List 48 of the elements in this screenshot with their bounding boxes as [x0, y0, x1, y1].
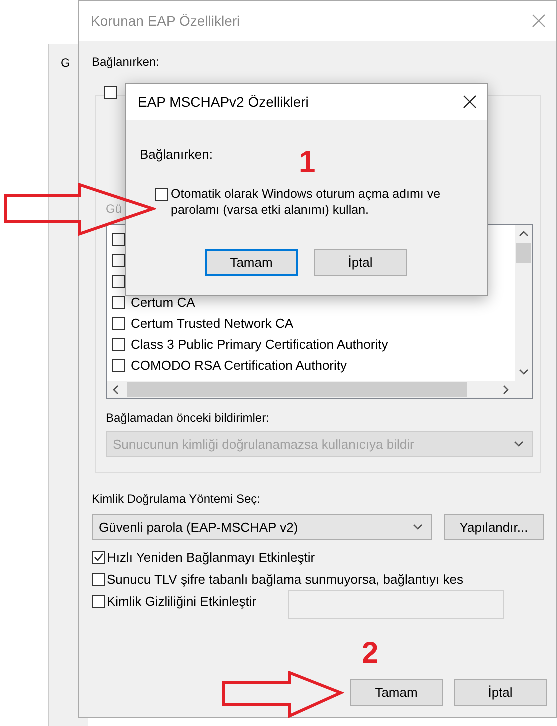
checkbox[interactable] — [92, 550, 105, 564]
certificate-label[interactable]: COMODO RSA Certification Authority — [131, 358, 348, 373]
dialog-button[interactable]: Tamam — [205, 249, 298, 276]
dialog-button[interactable]: İptal — [314, 249, 407, 276]
checkbox[interactable] — [112, 359, 125, 372]
dialog-button[interactable]: Tamam — [350, 679, 443, 706]
chevron-icon — [413, 524, 423, 530]
configure-button[interactable]: Yapılandır... — [444, 514, 544, 540]
checkbox[interactable] — [155, 188, 168, 201]
window-title: Korunan EAP Özellikleri — [91, 13, 240, 29]
checkbox[interactable] — [104, 86, 117, 99]
chevron-icon — [518, 231, 528, 237]
checkbox[interactable] — [112, 317, 125, 330]
checkbox[interactable] — [112, 296, 125, 309]
section-label: Bağlamadan önceki bildirimler: — [106, 411, 270, 425]
dialog-button[interactable]: İptal — [454, 679, 547, 706]
checkbox[interactable] — [112, 254, 125, 267]
section-label: Kimlik Doğrulama Yöntemi Seç: — [92, 492, 261, 506]
certificate-label[interactable]: Certum Trusted Network CA — [131, 316, 294, 331]
checkbox[interactable] — [92, 594, 105, 608]
option-label[interactable]: Kimlik Gizliliğini Etkinleştir — [107, 594, 257, 608]
option-label[interactable]: Sunucu TLV şifre tabanlı bağlama sunmuyorsa, bağlantıyı kes — [107, 572, 464, 586]
certificate-label[interactable]: Certum CA — [131, 295, 196, 310]
arrow-icon — [4, 183, 156, 237]
window-text: G — [61, 56, 70, 70]
close-icon[interactable] — [463, 95, 477, 109]
option-label[interactable]: Hızlı Yeniden Bağlanmayı Etkinleştir — [107, 550, 316, 564]
step-number: 1 — [299, 148, 316, 178]
auto-logon-label[interactable]: Otomatik olarak Windows oturum açma adımı ve parolamı (varsa etki alanımı) kullan. — [171, 186, 471, 218]
chevron-icon — [514, 441, 524, 447]
checkbox[interactable] — [112, 233, 125, 246]
section-label: Bağlanırken: — [140, 147, 213, 162]
auth-method-dropdown[interactable]: Güvenli parola (EAP-MSCHAP v2) — [92, 514, 432, 540]
step-number: 2 — [362, 639, 379, 669]
input-field[interactable] — [288, 590, 504, 619]
checkbox[interactable] — [112, 338, 125, 351]
list-label: Gü — [106, 202, 122, 216]
checkbox[interactable] — [92, 572, 105, 586]
arrow-icon — [222, 671, 344, 719]
section-label: Bağlanırken: — [92, 55, 160, 69]
chevron-icon — [113, 384, 119, 394]
scrollbar-thumb[interactable] — [127, 382, 467, 397]
certificate-label[interactable]: Class 3 Public Primary Certification Authority — [131, 337, 388, 352]
vertical-scrollbar[interactable] — [515, 225, 532, 381]
horizontal-scrollbar[interactable] — [107, 381, 515, 398]
scrollbar-thumb[interactable] — [516, 243, 531, 263]
checkbox[interactable] — [112, 275, 125, 288]
window-title: EAP MSCHAPv2 Özellikleri — [138, 94, 309, 110]
